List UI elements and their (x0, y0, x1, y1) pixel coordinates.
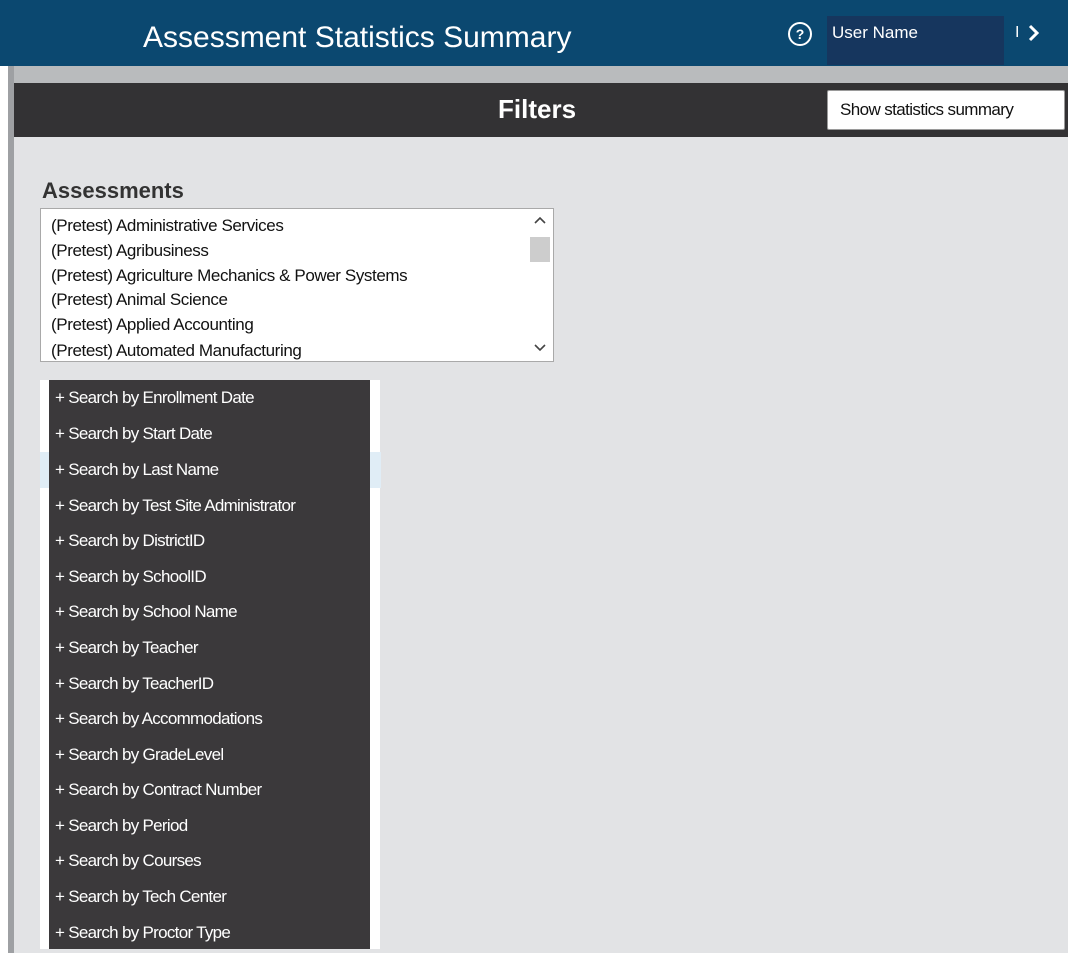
user-name-label: User Name (832, 23, 918, 42)
left-border (8, 66, 14, 953)
assessment-option[interactable]: (Pretest) Animal Science (51, 287, 228, 312)
search-by-gradelevel[interactable]: + Search by GradeLevel (55, 739, 375, 771)
assessments-label: Assessments (42, 178, 184, 203)
search-by-districtid[interactable]: + Search by DistrictID (55, 525, 375, 557)
search-by-enrollment-date[interactable]: + Search by Enrollment Date (55, 382, 375, 414)
assessment-option[interactable]: (Pretest) Automated Manufacturing (51, 338, 302, 361)
search-by-schoolid[interactable]: + Search by SchoolID (55, 561, 375, 593)
listbox-scrollbar[interactable] (525, 209, 553, 361)
search-by-last-name[interactable]: + Search by Last Name (55, 454, 375, 486)
search-by-teacherid[interactable]: + Search by TeacherID (55, 668, 375, 700)
assessment-option[interactable]: (Pretest) Administrative Services (51, 213, 284, 238)
chevron-right-icon[interactable] (1024, 22, 1044, 44)
header-divider (8, 66, 1068, 83)
search-by-courses[interactable]: + Search by Courses (55, 845, 375, 877)
scroll-thumb[interactable] (530, 237, 550, 262)
user-separator: I (1015, 24, 1020, 41)
assessment-option[interactable]: (Pretest) Agribusiness (51, 238, 209, 263)
search-by-contract-number[interactable]: + Search by Contract Number (55, 774, 375, 806)
arrow-down-icon[interactable] (533, 343, 547, 353)
filters-title: Filters (498, 94, 577, 124)
search-by-proctor-type[interactable]: + Search by Proctor Type (55, 917, 375, 949)
search-by-school-name[interactable]: + Search by School Name (55, 596, 375, 628)
show-statistics-summary-button[interactable]: Show statistics summary (827, 90, 1065, 130)
user-menu[interactable]: User Name (827, 16, 1004, 65)
assessment-option[interactable]: (Pretest) Agriculture Mechanics & Power … (51, 263, 408, 288)
arrow-up-icon[interactable] (533, 215, 547, 225)
search-by-teacher[interactable]: + Search by Teacher (55, 632, 375, 664)
search-by-period[interactable]: + Search by Period (55, 810, 375, 842)
search-by-test-site-administrator[interactable]: + Search by Test Site Administrator (55, 490, 375, 522)
search-by-accommodations[interactable]: + Search by Accommodations (55, 703, 375, 735)
assessment-option[interactable]: (Pretest) Applied Accounting (51, 312, 254, 337)
help-icon[interactable]: ? (788, 22, 812, 46)
page-title: Assessment Statistics Summary (143, 21, 572, 54)
assessments-listbox[interactable]: (Pretest) Administrative Services (Prete… (40, 208, 554, 362)
search-by-start-date[interactable]: + Search by Start Date (55, 418, 375, 450)
search-by-tech-center[interactable]: + Search by Tech Center (55, 881, 375, 913)
